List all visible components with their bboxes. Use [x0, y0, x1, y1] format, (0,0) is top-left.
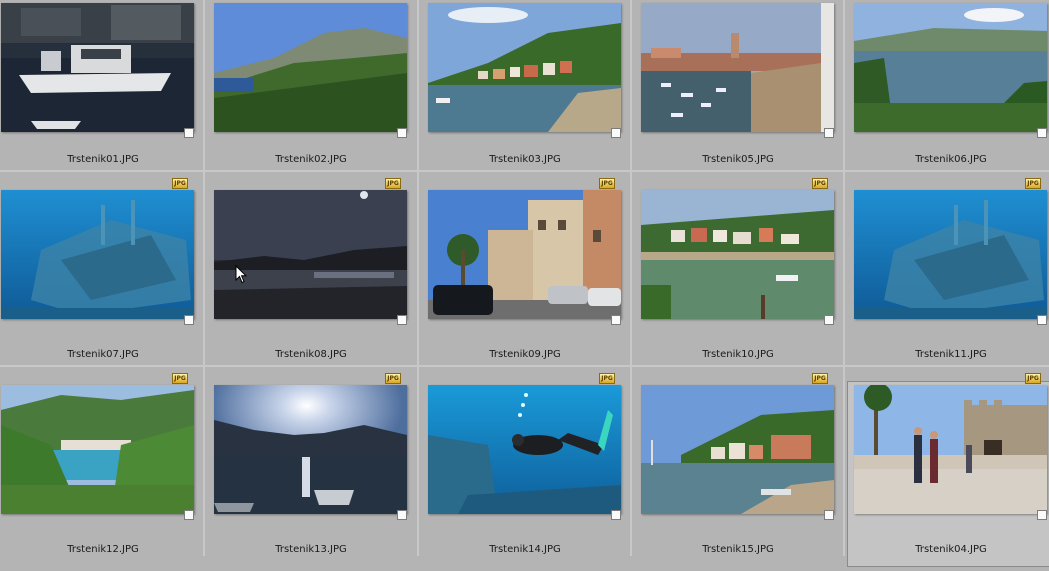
- thumbnail-filename: Trstenik14.JPG: [489, 544, 561, 555]
- thumbnail-filename: Trstenik05.JPG: [702, 154, 774, 165]
- thumbnail-image[interactable]: [214, 3, 407, 132]
- jpg-format-badge-icon: JPG: [1025, 373, 1041, 384]
- select-checkbox[interactable]: [397, 510, 407, 520]
- thumbnail-image[interactable]: [641, 3, 834, 132]
- thumbnail-image[interactable]: [854, 190, 1047, 319]
- select-checkbox[interactable]: [397, 128, 407, 138]
- thumbnail-filename: Trstenik12.JPG: [67, 544, 139, 555]
- thumbnail-image[interactable]: [854, 3, 1047, 132]
- thumbnail-image[interactable]: [1, 190, 194, 319]
- jpg-format-badge-icon: JPG: [599, 373, 615, 384]
- thumbnail-filename: Trstenik03.JPG: [489, 154, 561, 165]
- thumbnail-filename: Trstenik07.JPG: [67, 349, 139, 360]
- select-checkbox[interactable]: [1037, 315, 1047, 325]
- thumbnail-filename: Trstenik06.JPG: [915, 154, 987, 165]
- jpg-format-badge-icon: JPG: [172, 373, 188, 384]
- thumbnail-filename: Trstenik02.JPG: [275, 154, 347, 165]
- thumbnail-filename: Trstenik08.JPG: [275, 349, 347, 360]
- thumbnail-filename: Trstenik15.JPG: [702, 544, 774, 555]
- select-checkbox[interactable]: [824, 128, 834, 138]
- jpg-format-badge-icon: JPG: [172, 178, 188, 189]
- thumbnail-filename: Trstenik09.JPG: [489, 349, 561, 360]
- select-checkbox[interactable]: [1037, 510, 1047, 520]
- column-separator: [630, 0, 632, 556]
- select-checkbox[interactable]: [824, 510, 834, 520]
- thumbnail-image[interactable]: [854, 385, 1047, 514]
- thumbnail-image[interactable]: [428, 3, 621, 132]
- select-checkbox[interactable]: [611, 128, 621, 138]
- select-checkbox[interactable]: [611, 315, 621, 325]
- select-checkbox[interactable]: [184, 315, 194, 325]
- thumbnail-image[interactable]: [641, 385, 834, 514]
- select-checkbox[interactable]: [611, 510, 621, 520]
- jpg-format-badge-icon: JPG: [812, 373, 828, 384]
- select-checkbox[interactable]: [397, 315, 407, 325]
- jpg-format-badge-icon: JPG: [1025, 178, 1041, 189]
- jpg-format-badge-icon: JPG: [599, 178, 615, 189]
- thumbnail-image[interactable]: [428, 385, 621, 514]
- column-separator: [417, 0, 419, 556]
- select-checkbox[interactable]: [1037, 128, 1047, 138]
- column-separator: [843, 0, 845, 556]
- thumbnail-image[interactable]: [214, 385, 407, 514]
- select-checkbox[interactable]: [184, 128, 194, 138]
- mouse-cursor-icon: [235, 265, 247, 284]
- thumbnail-image[interactable]: [1, 385, 194, 514]
- thumbnail-filename: Trstenik04.JPG: [915, 544, 987, 555]
- thumbnail-image[interactable]: [428, 190, 621, 319]
- thumbnail-image[interactable]: [641, 190, 834, 319]
- thumbnail-grid: Trstenik01.JPG Trstenik02.JPG Trstenik03…: [0, 0, 1049, 567]
- thumbnail-image[interactable]: [214, 190, 407, 319]
- thumbnail-filename: Trstenik13.JPG: [275, 544, 347, 555]
- thumbnail-image[interactable]: [1, 3, 194, 132]
- jpg-format-badge-icon: JPG: [385, 373, 401, 384]
- jpg-format-badge-icon: JPG: [812, 178, 828, 189]
- thumbnail-filename: Trstenik01.JPG: [67, 154, 139, 165]
- jpg-format-badge-icon: JPG: [385, 178, 401, 189]
- thumbnail-filename: Trstenik11.JPG: [915, 349, 987, 360]
- thumbnail-filename: Trstenik10.JPG: [702, 349, 774, 360]
- select-checkbox[interactable]: [184, 510, 194, 520]
- select-checkbox[interactable]: [824, 315, 834, 325]
